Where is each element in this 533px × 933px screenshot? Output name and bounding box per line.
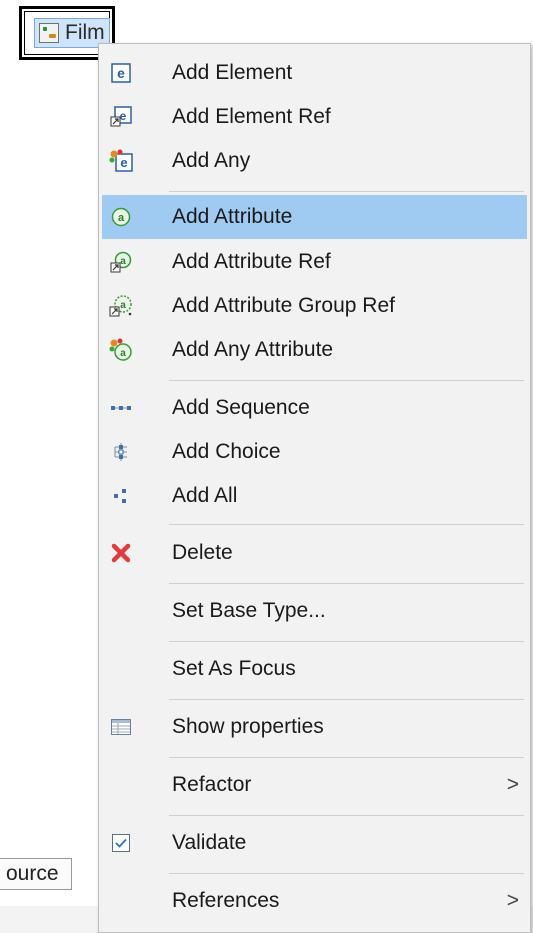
context-menu: e Add Element e Add Element Ref e Add An…	[98, 43, 531, 933]
attribute-ref-icon: a	[109, 250, 133, 274]
attribute-group-ref-icon: a	[109, 294, 133, 318]
menu-separator	[169, 380, 524, 381]
svg-text:e: e	[117, 65, 125, 81]
menu-item-label: References	[172, 889, 280, 912]
menu-item-label: Add Any	[172, 149, 251, 172]
menu-separator	[169, 873, 524, 874]
complex-type-icon	[39, 23, 59, 43]
menu-item-set-as-focus[interactable]: Set As Focus	[102, 647, 527, 691]
menu-item-delete[interactable]: Delete	[102, 531, 527, 575]
menu-item-add-sequence[interactable]: Add Sequence	[102, 386, 527, 430]
svg-text:a: a	[120, 300, 126, 311]
submenu-arrow-icon: >	[506, 889, 519, 912]
svg-text:a: a	[120, 348, 126, 359]
sequence-icon	[109, 396, 133, 420]
properties-icon	[109, 715, 133, 739]
menu-separator	[169, 757, 524, 758]
menu-item-label: Delete	[172, 541, 233, 564]
menu-item-label: Add Element	[172, 61, 293, 84]
menu-separator	[169, 583, 524, 584]
menu-item-label: Add Attribute	[172, 205, 293, 228]
menu-item-label: Validate	[172, 831, 247, 854]
menu-item-set-base-type[interactable]: Set Base Type...	[102, 589, 527, 633]
menu-item-add-element[interactable]: e Add Element	[102, 51, 527, 95]
source-tab-label: ource	[6, 862, 59, 885]
menu-item-refactor[interactable]: Refactor >	[102, 763, 527, 807]
menu-item-add-choice[interactable]: Add Choice	[102, 430, 527, 474]
attribute-icon: a	[109, 205, 133, 229]
menu-separator	[169, 191, 524, 192]
menu-item-label: Add Attribute Ref	[172, 250, 331, 273]
menu-item-label: Refactor	[172, 773, 252, 796]
menu-item-show-properties[interactable]: Show properties	[102, 705, 527, 749]
menu-item-validate[interactable]: Validate	[102, 821, 527, 865]
delete-icon	[109, 541, 133, 565]
all-icon	[109, 484, 133, 508]
menu-item-label: Add Any Attribute	[172, 338, 334, 361]
element-ref-icon: e	[109, 105, 133, 129]
source-tab[interactable]: ource	[0, 858, 72, 890]
menu-item-add-attribute-ref[interactable]: a Add Attribute Ref	[102, 240, 527, 284]
menu-item-add-attribute-group-ref[interactable]: a Add Attribute Group Ref	[102, 284, 527, 328]
svg-text:a: a	[118, 212, 125, 224]
any-attribute-icon: a	[109, 338, 133, 362]
menu-separator	[169, 641, 524, 642]
menu-separator	[169, 524, 524, 525]
menu-item-label: Add Element Ref	[172, 105, 331, 128]
menu-item-add-element-ref[interactable]: e Add Element Ref	[102, 95, 527, 139]
tree-node-text: Film	[65, 21, 105, 44]
menu-item-add-attribute[interactable]: a Add Attribute	[102, 195, 527, 239]
menu-item-label: Add All	[172, 484, 238, 507]
menu-item-label: Set Base Type...	[172, 599, 326, 622]
menu-item-label: Add Attribute Group Ref	[172, 294, 395, 317]
menu-item-add-any-attribute[interactable]: a Add Any Attribute	[102, 328, 527, 372]
svg-text:e: e	[120, 109, 127, 123]
menu-item-label: Add Sequence	[172, 396, 310, 419]
validate-checkbox-icon	[109, 831, 133, 855]
menu-item-references[interactable]: References >	[102, 879, 527, 923]
element-icon: e	[109, 61, 133, 85]
choice-icon	[109, 440, 133, 464]
menu-separator	[169, 815, 524, 816]
submenu-arrow-icon: >	[506, 773, 519, 796]
svg-text:e: e	[120, 155, 127, 170]
menu-item-add-all[interactable]: Add All	[102, 474, 527, 518]
menu-item-label: Show properties	[172, 715, 324, 738]
any-element-icon: e	[109, 149, 133, 173]
menu-separator	[169, 699, 524, 700]
menu-item-label: Set As Focus	[172, 657, 296, 680]
menu-item-add-any[interactable]: e Add Any	[102, 139, 527, 183]
svg-text:a: a	[120, 256, 126, 267]
menu-item-label: Add Choice	[172, 440, 281, 463]
